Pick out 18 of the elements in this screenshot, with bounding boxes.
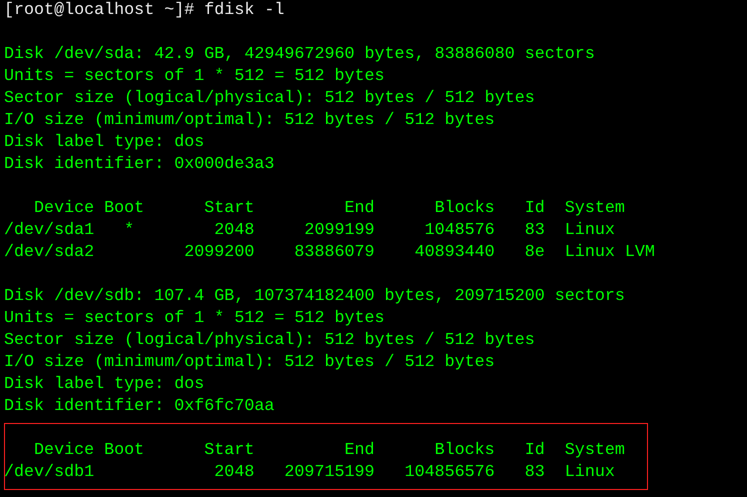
output-line: Units = sectors of 1 * 512 = 512 bytes <box>4 66 385 88</box>
output-line: I/O size (minimum/optimal): 512 bytes / 512 bytes <box>4 110 495 132</box>
command-prompt: [root@localhost ~]# fdisk -l <box>4 0 284 22</box>
output-line: /dev/sda1 * 2048 2099199 1048576 83 Linux <box>4 220 615 242</box>
output-line: Sector size (logical/physical): 512 bytes / 512 bytes <box>4 330 535 352</box>
output-line: /dev/sdb1 2048 209715199 104856576 83 Linux <box>4 462 615 484</box>
output-line: /dev/sda2 2099200 83886079 40893440 8e Linux LVM <box>4 242 655 264</box>
output-line: Disk /dev/sda: 42.9 GB, 42949672960 bytes, 83886080 sectors <box>4 44 595 66</box>
output-line: Disk identifier: 0x000de3a3 <box>4 154 274 176</box>
output-line: Device Boot Start End Blocks Id System <box>33 198 625 220</box>
output-line: Units = sectors of 1 * 512 = 512 bytes <box>4 308 385 330</box>
output-line: Device Boot Start End Blocks Id System <box>33 440 625 462</box>
output-line: Disk identifier: 0xf6fc70aa <box>4 396 274 418</box>
output-line: Sector size (logical/physical): 512 bytes / 512 bytes <box>4 88 535 110</box>
output-line: I/O size (minimum/optimal): 512 bytes / 512 bytes <box>4 352 495 374</box>
output-line: Disk /dev/sdb: 107.4 GB, 107374182400 bytes, 209715200 sectors <box>4 286 625 308</box>
output-line: Disk label type: dos <box>4 132 204 154</box>
output-line: Disk label type: dos <box>4 374 204 396</box>
